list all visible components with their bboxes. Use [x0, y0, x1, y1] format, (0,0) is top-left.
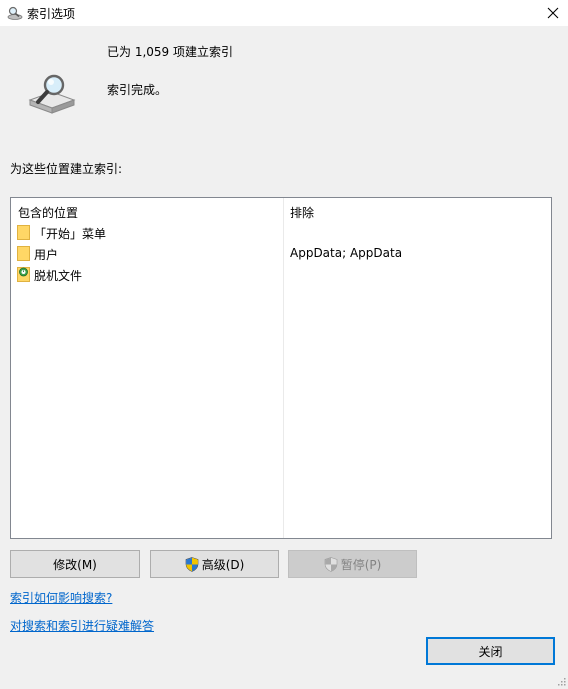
excluded-header[interactable]: 排除 [290, 204, 314, 221]
modify-button-label: 修改(M) [53, 557, 97, 572]
advanced-button[interactable]: 高级(D) [150, 550, 279, 578]
how-indexing-affects-search-link[interactable]: 索引如何影响搜索? [10, 589, 112, 606]
list-item[interactable]: 脱机文件 [11, 264, 551, 285]
folder-icon [17, 225, 30, 240]
close-icon [547, 7, 559, 19]
indexed-locations-list[interactable]: 包含的位置 排除 「开始」菜单 用户 AppData; AppData 脱机文件 [10, 197, 552, 539]
location-name: 「开始」菜单 [34, 227, 107, 241]
title-bar: 索引选项 [0, 0, 568, 26]
indexing-options-icon [7, 5, 23, 21]
location-excluded: AppData; AppData [290, 246, 403, 260]
modify-button[interactable]: 修改(M) [10, 550, 140, 578]
pause-button-label: 暂停(P) [340, 557, 382, 572]
advanced-button-label: 高级(D) [201, 557, 245, 572]
locations-label: 为这些位置建立索引: [10, 162, 123, 176]
list-item[interactable]: 「开始」菜单 [11, 222, 551, 243]
folder-icon [17, 246, 30, 261]
troubleshoot-search-link[interactable]: 对搜索和索引进行疑难解答 [10, 617, 154, 634]
included-locations-header[interactable]: 包含的位置 [18, 204, 78, 221]
close-button-label: 关闭 [478, 644, 503, 659]
location-name: 用户 [34, 248, 59, 262]
indexed-count-text: 已为 1,059 项建立索引 [107, 45, 233, 59]
indexing-drive-icon [26, 72, 76, 116]
window-title: 索引选项 [27, 7, 76, 21]
offline-files-icon [17, 267, 30, 282]
resize-grip[interactable] [556, 675, 566, 686]
location-name: 脱机文件 [34, 269, 83, 283]
uac-shield-icon [324, 556, 337, 572]
uac-shield-icon [185, 556, 198, 572]
close-button[interactable]: 关闭 [426, 637, 555, 665]
list-item[interactable]: 用户 AppData; AppData [11, 243, 551, 264]
index-status-text: 索引完成。 [107, 83, 168, 97]
pause-button[interactable]: 暂停(P) [288, 550, 417, 578]
close-window-button[interactable] [538, 0, 568, 26]
